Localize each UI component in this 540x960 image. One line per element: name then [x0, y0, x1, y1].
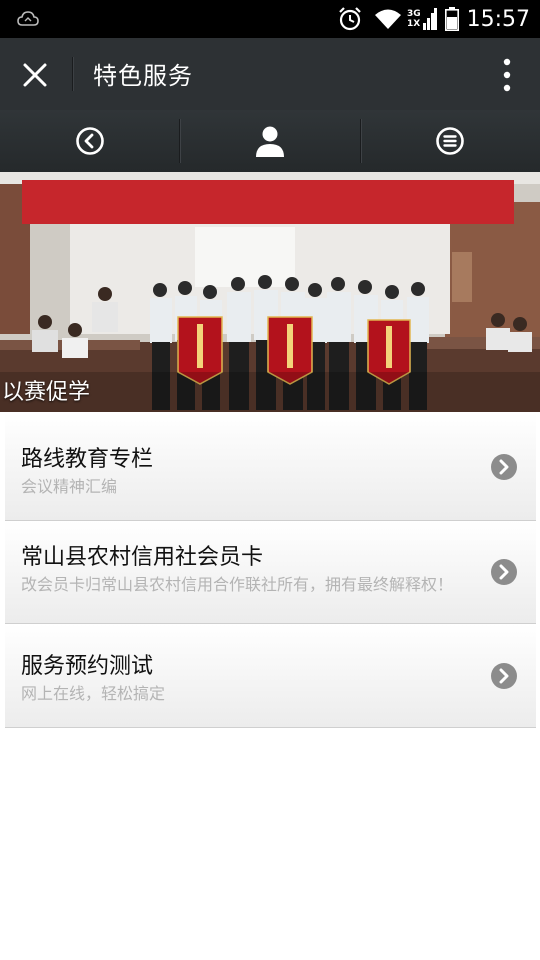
- network-type-3g: 3G: [406, 9, 421, 19]
- list-item[interactable]: 路线教育专栏 会议精神汇编: [5, 413, 536, 521]
- list-item-title: 服务预约测试: [21, 654, 154, 679]
- title-divider: [72, 57, 73, 91]
- list-item-desc: 网上在线，轻松搞定: [21, 684, 166, 703]
- chevron-right-circle-icon: [491, 662, 517, 689]
- toolbar-user-button[interactable]: [180, 110, 359, 172]
- banner-caption: 以赛促学: [2, 380, 91, 405]
- page-title: 特色服务: [93, 62, 193, 90]
- list-item-desc: 改会员卡归常山县农村信用合作联社所有，拥有最终解释权！: [21, 575, 454, 594]
- clock: 15:57: [466, 6, 530, 32]
- back-circle-icon: [75, 127, 104, 155]
- list-item[interactable]: 服务预约测试 网上在线，轻松搞定: [5, 624, 536, 728]
- toolbar: [0, 110, 540, 172]
- network-type-1x: 1X: [406, 19, 421, 29]
- user-icon: [255, 126, 284, 157]
- list-item-desc: 会议精神汇编: [21, 477, 118, 496]
- chevron-right-circle-icon: [491, 559, 517, 585]
- service-list: 路线教育专栏 会议精神汇编 常山县农村信用社会员卡 改会员卡归常山县农村信用合作…: [5, 413, 536, 728]
- toolbar-back-button[interactable]: [0, 110, 179, 172]
- banner[interactable]: 以赛促学: [0, 172, 540, 412]
- battery-icon: [444, 7, 459, 31]
- menu-circle-icon: [436, 127, 465, 155]
- network-type: 3G 1X: [407, 9, 421, 29]
- chevron-right-circle-icon: [491, 453, 517, 480]
- list-item-title: 常山县农村信用社会员卡: [21, 545, 264, 570]
- more-icon[interactable]: [502, 58, 512, 92]
- title-bar: 特色服务: [0, 38, 540, 110]
- close-icon[interactable]: [20, 60, 50, 90]
- alarm-icon: [339, 7, 361, 31]
- status-bar: 3G 1X 15:57: [0, 0, 540, 38]
- weather-icon: [17, 11, 39, 26]
- toolbar-menu-button[interactable]: [361, 110, 540, 172]
- list-item-title: 路线教育专栏: [21, 447, 154, 472]
- list-item[interactable]: 常山县农村信用社会员卡 改会员卡归常山县农村信用合作联社所有，拥有最终解释权！: [5, 521, 536, 624]
- wifi-icon: [374, 9, 401, 29]
- signal-icon: [422, 8, 437, 30]
